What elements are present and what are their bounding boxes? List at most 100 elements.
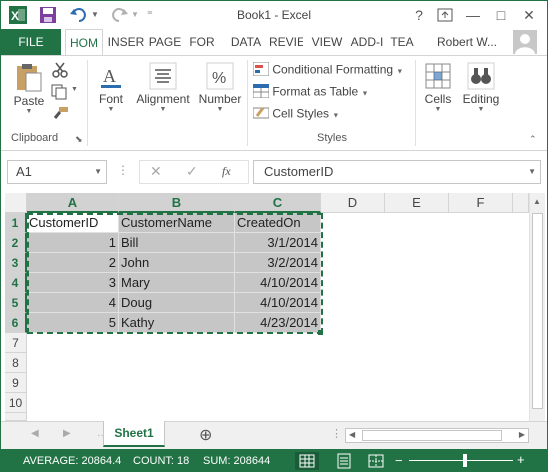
help-button[interactable]: ? — [407, 5, 431, 25]
formula-buttons: ✕ ✓ fx — [139, 160, 249, 184]
ribbon-display-options-icon[interactable] — [433, 5, 457, 25]
formula-input[interactable]: CustomerID ▼ — [253, 160, 541, 184]
row-header[interactable]: 7 — [5, 333, 27, 353]
cell-b5[interactable]: Doug — [119, 293, 235, 313]
enter-icon[interactable]: ✓ — [186, 163, 198, 180]
formula-value: CustomerID — [264, 164, 334, 179]
cell-b4[interactable]: Mary — [119, 273, 235, 293]
cell-b3[interactable]: John — [119, 253, 235, 273]
normal-view-icon[interactable] — [295, 452, 319, 470]
expand-formula-icon[interactable]: ▼ — [528, 161, 536, 183]
zoom-slider-thumb[interactable] — [463, 454, 467, 467]
cell-b1[interactable]: CustomerName — [119, 213, 235, 233]
page-layout-view-icon[interactable] — [335, 452, 353, 471]
zoom-in-icon[interactable]: + — [517, 452, 525, 467]
column-header[interactable]: B — [119, 193, 235, 213]
tab-view[interactable]: VIEW — [311, 29, 343, 55]
cell-c1[interactable]: CreatedOn — [235, 213, 321, 233]
cell-c2[interactable]: 3/1/2014 — [235, 233, 321, 253]
alignment-button[interactable]: Alignment ▼ — [133, 60, 193, 113]
font-button[interactable]: A Font ▼ — [91, 60, 131, 113]
clipboard-launcher-icon[interactable]: ⬊ — [75, 134, 83, 145]
cell-a6[interactable]: 5 — [27, 313, 119, 333]
column-header[interactable]: C — [235, 193, 321, 213]
vertical-scrollbar[interactable]: ▲ — [529, 193, 545, 421]
cell-a4[interactable]: 3 — [27, 273, 119, 293]
paste-button[interactable]: Paste ▼ — [9, 62, 49, 115]
fill-handle[interactable] — [318, 330, 323, 335]
row-header[interactable]: 10 — [5, 393, 27, 413]
cut-icon[interactable] — [51, 62, 69, 81]
insert-function-icon[interactable]: fx — [222, 164, 231, 179]
column-header[interactable]: D — [321, 193, 385, 213]
row-header[interactable] — [5, 413, 27, 421]
cell-c6[interactable]: 4/23/2014 — [235, 313, 321, 333]
cell-a3[interactable]: 2 — [27, 253, 119, 273]
cell-a2[interactable]: 1 — [27, 233, 119, 253]
format-as-table-button[interactable]: Format as Table ▼ — [252, 83, 368, 101]
tab-insert[interactable]: INSER — [107, 29, 145, 55]
name-box[interactable]: A1 ▼ — [7, 160, 107, 184]
row-header[interactable]: 8 — [5, 353, 27, 373]
row-header[interactable]: 3 — [5, 253, 27, 273]
tab-review[interactable]: REVIE — [269, 29, 303, 55]
select-all-button[interactable] — [5, 193, 27, 213]
row-header[interactable]: 2 — [5, 233, 27, 253]
editing-button[interactable]: Editing ▼ — [459, 60, 503, 113]
previous-sheet-icon[interactable]: ◀ — [31, 428, 39, 439]
row-header[interactable]: 9 — [5, 373, 27, 393]
scroll-up-icon[interactable]: ▲ — [533, 197, 541, 206]
excel-window: X ▼ ▼ ⁼ Book1 - Excel ? — □ ✕ FILE HOM I… — [0, 0, 548, 472]
tab-formulas[interactable]: FOR — [187, 29, 217, 55]
cancel-icon[interactable]: ✕ — [150, 163, 162, 180]
scroll-right-icon[interactable]: ▶ — [519, 430, 525, 439]
row-header[interactable]: 5 — [5, 293, 27, 313]
restore-button[interactable]: □ — [489, 5, 513, 25]
formula-bar: A1 ▼ ⋮ ✕ ✓ fx CustomerID ▼ — [1, 151, 547, 193]
tab-data[interactable]: DATA — [229, 29, 263, 55]
zoom-slider[interactable] — [409, 460, 513, 461]
cells-button[interactable]: Cells ▼ — [419, 60, 457, 113]
conditional-formatting-button[interactable]: Conditional Formatting ▼ — [252, 61, 403, 79]
cell-styles-button[interactable]: Cell Styles ▼ — [252, 106, 339, 123]
close-button[interactable]: ✕ — [517, 5, 541, 25]
row-header[interactable]: 6 — [5, 313, 27, 333]
horizontal-scroll-thumb[interactable] — [362, 430, 502, 441]
tab-file[interactable]: FILE — [1, 29, 61, 55]
column-header[interactable]: A — [27, 193, 119, 213]
copy-dropdown-icon[interactable]: ▼ — [71, 86, 78, 93]
column-header[interactable] — [513, 193, 529, 213]
horizontal-scrollbar[interactable]: ◀ ▶ — [345, 428, 529, 443]
new-sheet-icon[interactable]: ⊕ — [199, 425, 212, 445]
scroll-left-icon[interactable]: ◀ — [349, 430, 355, 439]
worksheet-grid[interactable]: A B C D E F 1 2 3 4 5 6 7 8 9 10 Custome… — [1, 193, 547, 421]
copy-icon[interactable] — [51, 84, 69, 103]
sheet-tab-sheet1[interactable]: Sheet1 — [103, 421, 165, 447]
tab-page-layout[interactable]: PAGE — [147, 29, 183, 55]
user-name[interactable]: Robert W... — [437, 29, 497, 55]
tab-team[interactable]: TEA — [389, 29, 415, 55]
cell-c3[interactable]: 3/2/2014 — [235, 253, 321, 273]
cell-c5[interactable]: 4/10/2014 — [235, 293, 321, 313]
column-header[interactable]: E — [385, 193, 449, 213]
cell-c4[interactable]: 4/10/2014 — [235, 273, 321, 293]
cell-a5[interactable]: 4 — [27, 293, 119, 313]
row-header[interactable]: 4 — [5, 273, 27, 293]
column-header[interactable]: F — [449, 193, 513, 213]
next-sheet-icon[interactable]: ▶ — [63, 428, 71, 439]
tab-home[interactable]: HOM — [65, 29, 103, 56]
zoom-out-icon[interactable]: − — [395, 453, 403, 468]
vertical-scroll-thumb[interactable] — [532, 213, 543, 409]
tab-add-ins[interactable]: ADD-I — [349, 29, 385, 55]
collapse-ribbon-icon[interactable]: ⌃ — [529, 134, 537, 145]
number-button[interactable]: % Number ▼ — [197, 60, 243, 113]
cell-a1[interactable]: CustomerID — [27, 213, 119, 233]
page-break-preview-icon[interactable] — [367, 452, 385, 471]
format-painter-icon[interactable] — [51, 106, 69, 125]
cell-b2[interactable]: Bill — [119, 233, 235, 253]
name-box-dropdown-icon[interactable]: ▼ — [94, 161, 102, 183]
avatar[interactable] — [513, 30, 537, 54]
cell-b6[interactable]: Kathy — [119, 313, 235, 333]
row-header[interactable]: 1 — [5, 213, 27, 233]
minimize-button[interactable]: — — [461, 5, 485, 25]
